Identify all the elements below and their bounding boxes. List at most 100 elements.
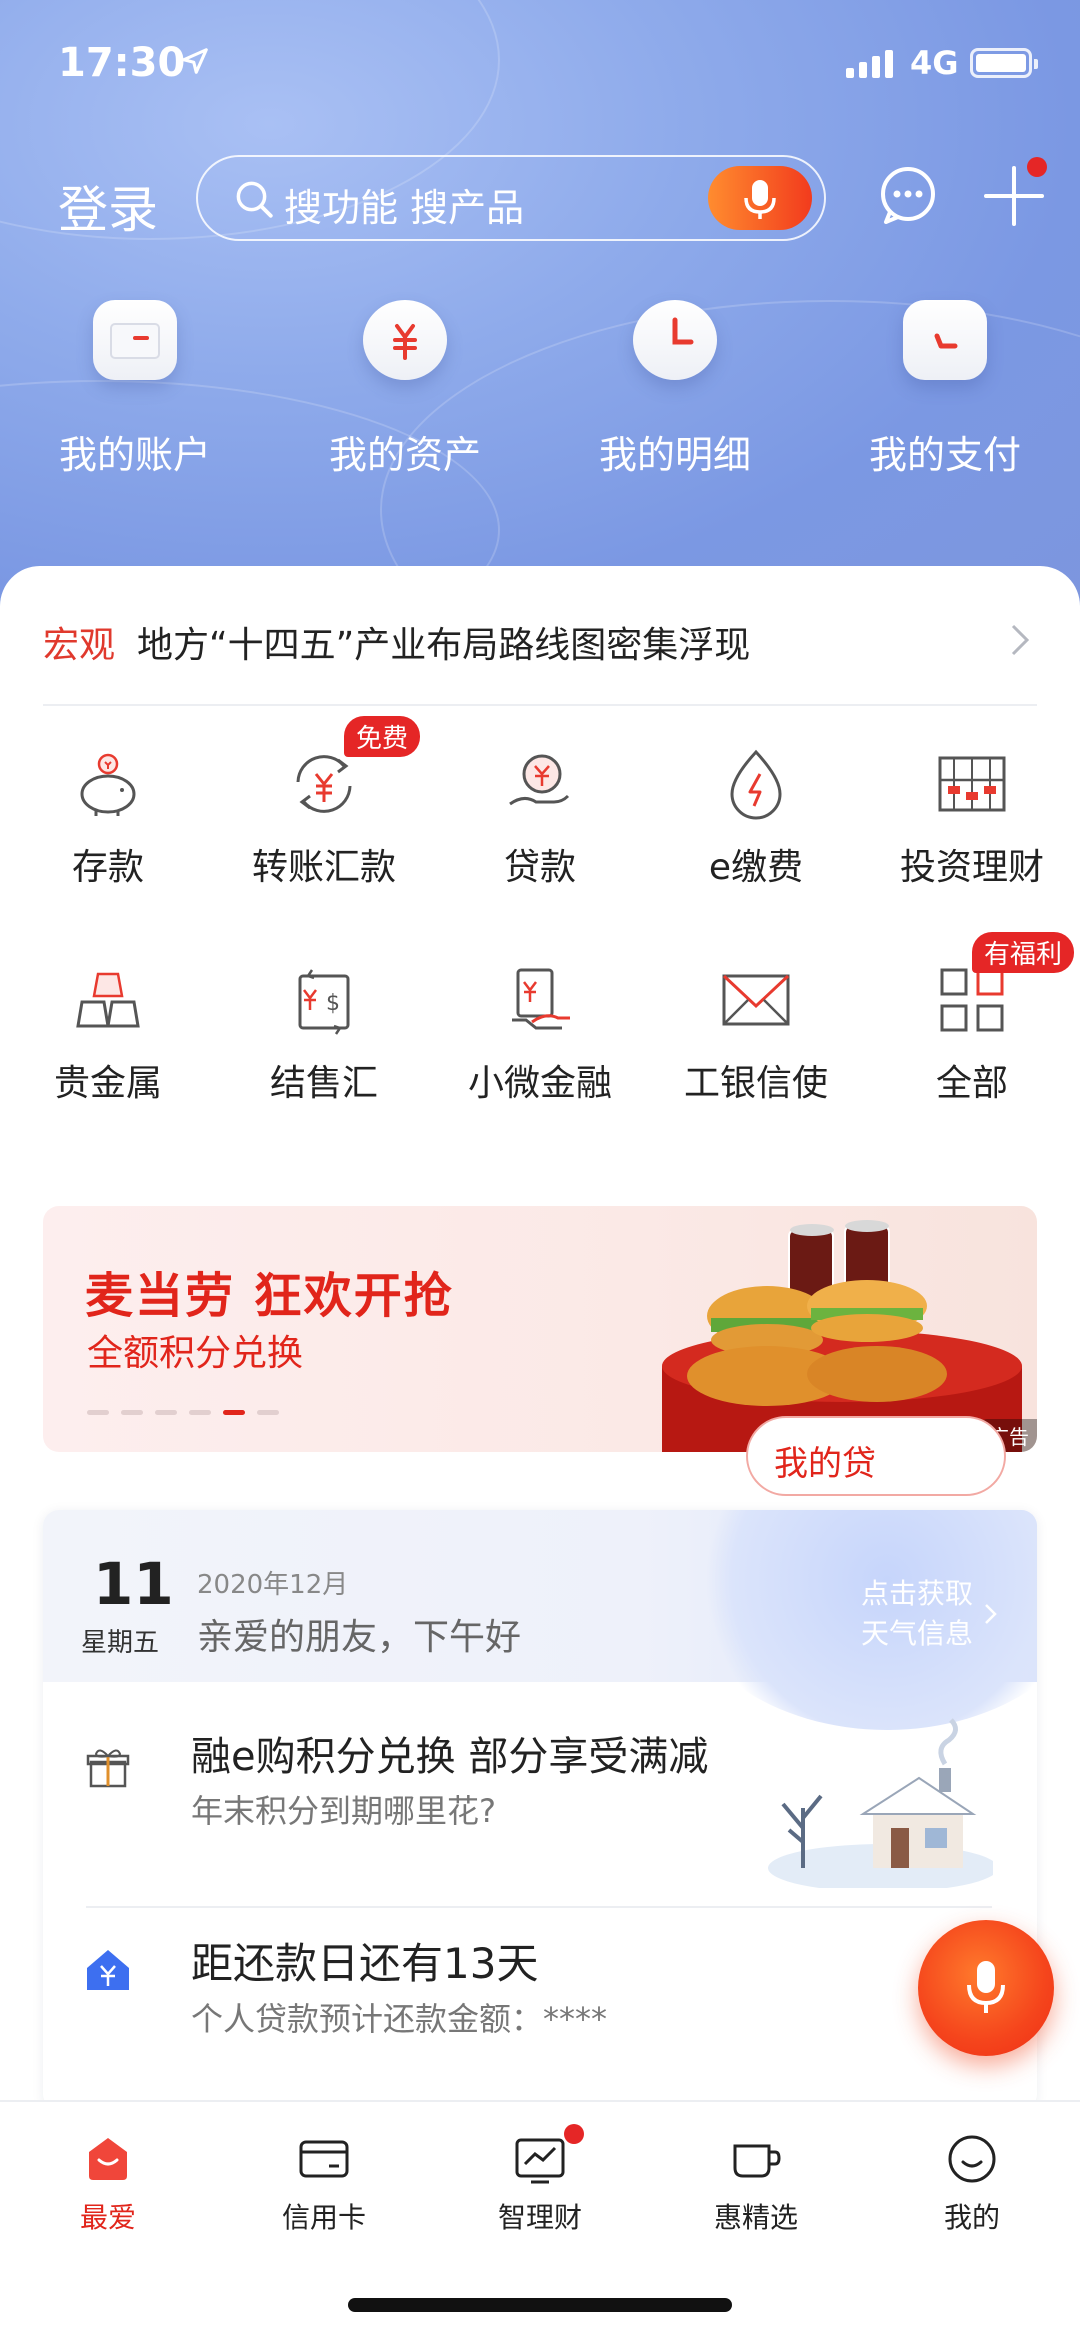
credit-card-icon — [299, 2140, 349, 2178]
exchange-icon: $ — [298, 969, 350, 1035]
service-label: 贷款 — [503, 847, 576, 888]
search-bar[interactable]: 搜功能 搜产品 — [196, 155, 826, 241]
service-investment[interactable]: 投资理财 — [864, 746, 1080, 962]
quick-label: 我的资产 — [328, 433, 481, 477]
quick-my-details[interactable]: 我的明细 — [540, 300, 810, 479]
pagination-dot — [121, 1410, 143, 1415]
news-title: 地方“十四五”产业布局路线图密集浮现 — [137, 625, 751, 666]
tab-mine[interactable]: 我的 — [864, 2102, 1080, 2252]
date-month: 2020年12月 — [197, 1570, 349, 1600]
quick-my-payment[interactable]: 我的支付 — [810, 300, 1080, 479]
tab-credit-card[interactable]: 信用卡 — [216, 2102, 432, 2252]
quick-my-assets[interactable]: 我的资产 — [270, 300, 540, 479]
status-time: 17:30 — [58, 40, 186, 86]
home-indicator — [348, 2298, 732, 2312]
service-transfer[interactable]: 免费 转账汇款 — [216, 716, 432, 962]
service-label: 转账汇款 — [251, 847, 396, 888]
service-e-payment[interactable]: e缴费 — [648, 746, 864, 962]
service-precious-metals[interactable]: 贵金属 — [0, 962, 216, 1178]
gift-icon — [86, 1749, 130, 1788]
clock-icon — [633, 300, 717, 380]
service-label: 工银信使 — [683, 1063, 828, 1104]
tab-deals[interactable]: 惠精选 — [648, 2102, 864, 2252]
repayment-subtitle: 个人贷款预计还款金额：**** — [191, 2000, 608, 2038]
chart-icon — [515, 2138, 565, 2184]
points-item[interactable]: 融e购积分兑换 部分享受满减 年末积分到期哪里花? — [43, 1682, 1037, 1908]
search-placeholder: 搜功能 搜产品 — [284, 186, 525, 230]
tab-wealth[interactable]: 智理财 — [432, 2102, 648, 2252]
points-title: 融e购积分兑换 部分享受满减 — [191, 1734, 709, 1780]
svg-text:$: $ — [326, 991, 340, 1016]
network-label: 4G — [910, 44, 959, 82]
banner-subtitle: 全额积分兑换 — [87, 1333, 304, 1374]
message-icon[interactable] — [876, 164, 940, 228]
yuan-icon — [363, 300, 447, 380]
divider — [86, 1906, 992, 1908]
service-messenger[interactable]: 工银信使 — [648, 962, 864, 1178]
date-day: 11 — [93, 1550, 174, 1618]
points-subtitle: 年末积分到期哪里花? — [191, 1792, 496, 1830]
battery-icon — [970, 48, 1038, 78]
gold-bars-icon — [76, 972, 140, 1028]
pagination-dot — [87, 1410, 109, 1415]
service-deposit[interactable]: 存款 — [0, 746, 216, 962]
service-label: 投资理财 — [899, 847, 1044, 888]
transfer-icon — [296, 755, 352, 813]
repayment-item[interactable]: 距还款日还有13天 个人贷款预计还款金额：**** — [43, 1910, 1037, 2110]
service-label: 贵金属 — [53, 1063, 162, 1104]
service-micro-finance[interactable]: 小微金融 — [432, 962, 648, 1178]
winter-house-illustration — [768, 1718, 993, 1888]
signal-icon — [846, 48, 893, 78]
login-button[interactable]: 登录 — [58, 170, 158, 242]
grid-icon — [940, 968, 1004, 1032]
card-icon — [93, 300, 177, 380]
service-label: 全部 — [935, 1063, 1008, 1104]
news-tag: 宏观 — [43, 625, 116, 666]
main-content: 宏观 地方“十四五”产业布局路线图密集浮现 存款 免费 转账汇款 贷款 e缴费 — [0, 566, 1080, 2110]
service-grid: 存款 免费 转账汇款 贷款 e缴费 投资理财 贵金属 $ 结售汇 小微金融 工银… — [0, 716, 1080, 1178]
news-ticker[interactable]: 宏观 地方“十四五”产业布局路线图密集浮现 — [43, 616, 1037, 706]
home-icon — [89, 2138, 127, 2180]
quick-label: 我的支付 — [868, 433, 1021, 477]
my-loan-button[interactable]: 我的贷 — [746, 1416, 1006, 1496]
bill-icon — [730, 749, 782, 820]
location-arrow-icon — [182, 48, 208, 74]
weather-line1: 点击获取 — [860, 1577, 973, 1610]
tab-label: 最爱 — [79, 2201, 136, 2234]
loan-icon — [509, 754, 570, 806]
cup-icon — [733, 2144, 781, 2178]
tab-label: 我的 — [943, 2201, 1000, 2234]
service-fx[interactable]: $ 结售汇 — [216, 962, 432, 1178]
greeting-text: 亲爱的朋友，下午好 — [197, 1617, 522, 1658]
voice-assistant-button[interactable] — [918, 1920, 1054, 2056]
welfare-badge: 有福利 — [972, 932, 1075, 973]
chevron-right-icon — [1011, 624, 1030, 656]
house-yuan-icon — [87, 1950, 129, 1990]
tab-label: 信用卡 — [281, 2201, 366, 2234]
repayment-title: 距还款日还有13天 — [191, 1939, 539, 1988]
info-card: 11 星期五 2020年12月 亲爱的朋友，下午好 点击获取 天气信息 融e购积… — [43, 1510, 1037, 2110]
quick-my-account[interactable]: 我的账户 — [0, 300, 270, 479]
quick-label: 我的账户 — [58, 433, 211, 477]
envelope-icon — [722, 974, 790, 1026]
date-weekday: 星期五 — [81, 1628, 160, 1658]
pagination-dot — [257, 1410, 279, 1415]
quick-entries: 我的账户 我的资产 我的明细 我的支付 — [0, 300, 1080, 479]
weather-link[interactable]: 点击获取 天气信息 — [861, 1574, 973, 1654]
pay-icon — [903, 300, 987, 380]
microphone-icon — [967, 1961, 1005, 2013]
smile-icon — [948, 2135, 996, 2183]
date-weather-header: 11 星期五 2020年12月 亲爱的朋友，下午好 点击获取 天气信息 — [43, 1510, 1037, 1730]
micro-finance-icon — [512, 968, 570, 1030]
notification-dot — [564, 2124, 584, 2144]
tab-label: 惠精选 — [713, 2201, 798, 2234]
tab-favorites[interactable]: 最爱 — [0, 2102, 216, 2252]
quick-label: 我的明细 — [598, 433, 751, 477]
service-label: 结售汇 — [269, 1063, 378, 1104]
pagination-dot — [155, 1410, 177, 1415]
voice-search-button[interactable] — [708, 166, 812, 230]
service-all[interactable]: 有福利 全部 — [864, 932, 1080, 1178]
pagination-dot — [223, 1410, 245, 1415]
service-loan[interactable]: 贷款 — [432, 746, 648, 962]
search-icon — [236, 181, 273, 218]
